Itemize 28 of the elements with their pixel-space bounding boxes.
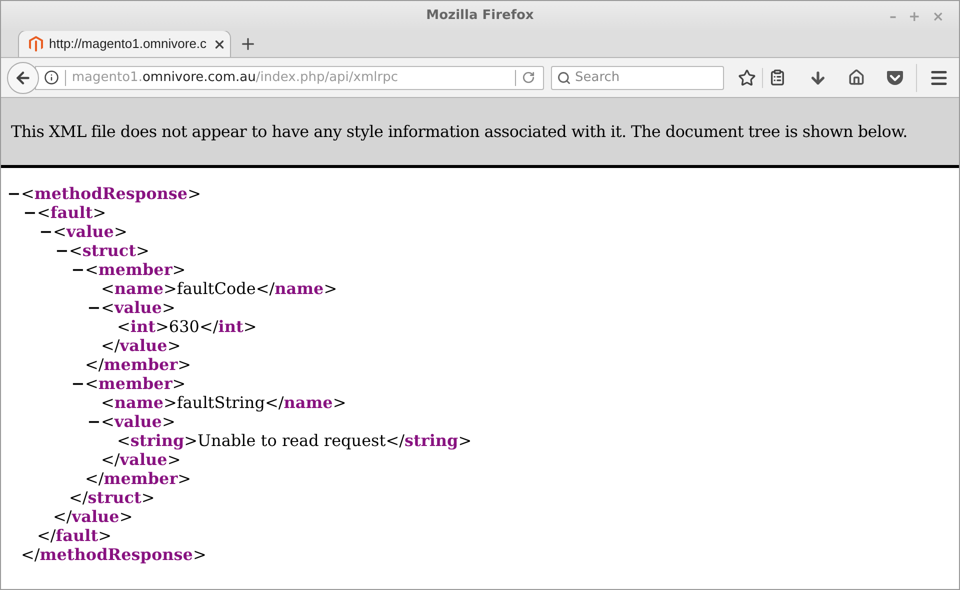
xml-line: <string>Unable to read request</string> xyxy=(117,430,472,452)
info-message: This XML file does not appear to have any style information associated with it. The document tree is shown below. xyxy=(11,120,908,142)
xml-line: <member> xyxy=(85,372,186,394)
collapse-toggle[interactable]: − xyxy=(7,182,21,206)
window-title: Mozilla Firefox xyxy=(426,7,534,26)
collapse-toggle[interactable]: − xyxy=(71,372,85,396)
xml-line: <value> xyxy=(101,296,176,318)
xml-line: <name>faultString</name> xyxy=(101,392,346,414)
xml-line: <name>faultCode</name> xyxy=(101,278,338,300)
xml-line: </value> xyxy=(53,506,133,528)
collapse-toggle[interactable]: − xyxy=(87,410,101,434)
tab-title: http://magento1.omnivore.c xyxy=(49,35,207,54)
browser-tab[interactable]: http://magento1.omnivore.c xyxy=(18,30,231,57)
xml-line: </member> xyxy=(85,354,192,376)
xml-line: </methodResponse> xyxy=(21,544,206,566)
xml-line: </member> xyxy=(85,468,192,490)
xml-line: </value> xyxy=(101,334,181,356)
search-field[interactable]: Search xyxy=(550,66,724,90)
search-input[interactable]: Search xyxy=(574,68,715,88)
address-bar[interactable]: magento1.omnivore.com.au/index.php/api/xmlrpc xyxy=(34,66,544,90)
xml-line: </struct> xyxy=(69,486,155,508)
url-text: magento1.omnivore.com.au/index.php/api/xmlrpc xyxy=(72,68,398,87)
xml-line: <value> xyxy=(101,412,176,432)
xml-line: </value> xyxy=(101,450,181,470)
xml-line: <int>630</int> xyxy=(117,316,257,338)
collapse-toggle[interactable]: − xyxy=(87,296,101,320)
xml-line: </fault> xyxy=(37,524,112,546)
xml-line: <member> xyxy=(85,258,186,280)
